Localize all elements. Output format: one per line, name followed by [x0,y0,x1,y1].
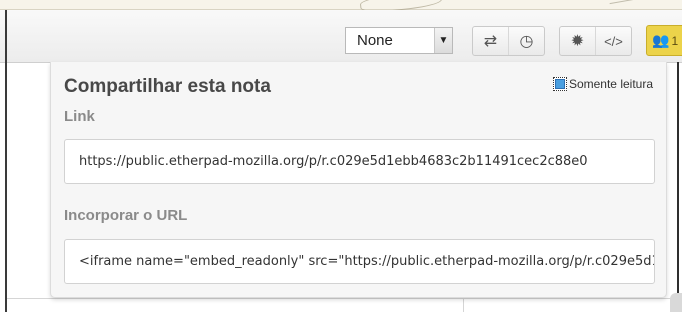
read-only-checkbox[interactable] [552,77,567,91]
settings-icon: ✹ [570,33,585,50]
timeslider-button-group: ⇄ ◷ [472,26,545,56]
history-icon: ◷ [519,33,534,50]
share-popup: Compartilhar esta nota Somente leitura L… [50,62,667,298]
settings-button[interactable]: ✹ [560,27,595,55]
left-border [5,10,7,312]
embed-code-icon: </> [604,33,623,49]
settings-button-group: ✹ </> [559,26,632,56]
history-button[interactable]: ◷ [508,27,544,55]
right-border [677,62,679,312]
embed-label: Incorporar o URL [64,207,188,224]
scroll-corner [670,293,682,312]
view-select[interactable]: None ▼ [345,27,453,54]
embed-button[interactable]: </> [595,27,631,55]
read-only-toggle[interactable]: Somente leitura [552,77,653,91]
users-button[interactable]: 👥 1 [646,25,682,56]
embed-code-field[interactable]: <iframe name="embed_readonly" src="https… [64,239,655,284]
read-only-label: Somente leitura [568,77,653,91]
import-export-icon: ⇄ [483,33,498,50]
editor-divider [463,299,464,312]
view-select-value: None [357,32,393,49]
checkbox-checked-indicator [554,79,565,89]
popup-title: Compartilhar esta nota [64,76,271,97]
user-count: 1 [671,33,679,48]
editor-bottom-line [7,298,677,299]
etherpad-window: None ▼ ⇄ ◷ ✹ </> 👥 1 Compartilhar esta n… [0,0,682,312]
link-label: Link [64,108,95,125]
import-export-button[interactable]: ⇄ [473,27,508,55]
dropdown-arrow-icon[interactable]: ▼ [434,28,452,53]
pad-header-artwork [0,0,682,15]
share-link-field[interactable]: https://public.etherpad-mozilla.org/p/r.… [64,139,655,184]
users-icon: 👥 [652,32,670,48]
